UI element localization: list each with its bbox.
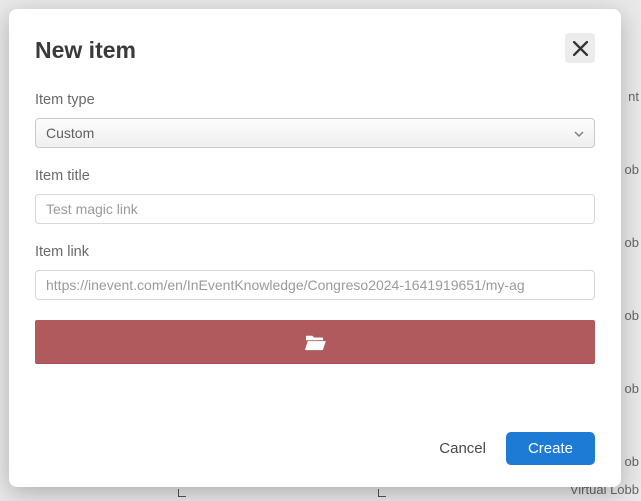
bg-text: ob [625,381,639,396]
item-type-select[interactable]: Custom [35,118,595,148]
bg-text: ob [625,308,639,323]
upload-button[interactable] [35,320,595,364]
modal-header: New item [35,33,595,64]
modal-footer: Cancel Create [439,432,595,465]
bg-text: nt [628,89,639,104]
bg-text: ob [625,454,639,469]
modal-form: Item type Custom Item title Item link [35,92,595,364]
item-type-label: Item type [35,92,595,108]
item-title-label: Item title [35,168,595,184]
create-button[interactable]: Create [506,432,595,465]
cancel-button[interactable]: Cancel [439,440,486,457]
backdrop: nt ob ob ob ob ob Virtual Lobb New item … [0,0,641,501]
bg-text: ob [625,235,639,250]
close-icon [573,41,588,56]
new-item-modal: New item Item type Custom Item title Ite… [9,9,621,487]
item-title-input[interactable] [35,194,595,224]
bg-checkbox [378,489,386,497]
item-type-value: Custom [46,125,574,141]
bg-text: ob [625,162,639,177]
bg-checkbox [178,489,186,497]
item-link-input[interactable] [35,270,595,300]
chevron-down-icon [574,124,584,142]
close-button[interactable] [565,33,595,63]
item-link-label: Item link [35,244,595,260]
folder-open-icon [304,333,326,351]
modal-title: New item [35,37,136,64]
